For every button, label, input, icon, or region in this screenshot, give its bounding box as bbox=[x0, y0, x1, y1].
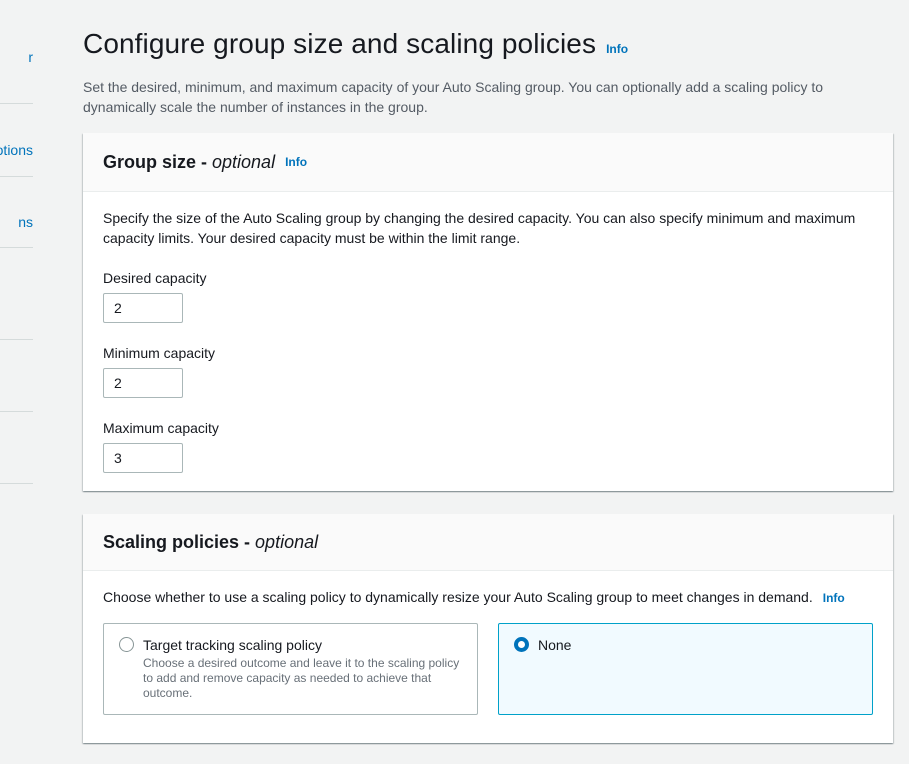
scaling-policies-description: Choose whether to use a scaling policy t… bbox=[103, 589, 845, 605]
target-tracking-label: Target tracking scaling policy bbox=[143, 637, 322, 653]
nav-divider bbox=[0, 483, 33, 484]
side-navigation: r otions ns bbox=[0, 0, 33, 764]
target-tracking-description: Choose a desired outcome and leave it to… bbox=[143, 656, 460, 700]
nav-divider bbox=[0, 339, 33, 340]
none-option[interactable]: None bbox=[498, 623, 873, 715]
none-label: None bbox=[538, 637, 572, 653]
nav-divider bbox=[0, 247, 33, 248]
maximum-capacity-input[interactable] bbox=[103, 443, 183, 473]
scaling-policies-header: Scaling policies - optional bbox=[83, 514, 893, 571]
page: r otions ns Configure group size and sca… bbox=[0, 0, 909, 764]
desired-capacity-input[interactable] bbox=[103, 293, 183, 323]
none-radio[interactable] bbox=[514, 637, 529, 652]
maximum-capacity-label: Maximum capacity bbox=[103, 420, 219, 436]
group-size-panel: Group size - optional Info Specify the s… bbox=[83, 133, 893, 491]
nav-divider bbox=[0, 176, 33, 177]
scaling-policies-title: Scaling policies - optional bbox=[103, 531, 319, 552]
minimum-capacity-label: Minimum capacity bbox=[103, 345, 216, 361]
scaling-policies-body: Choose whether to use a scaling policy t… bbox=[83, 571, 893, 731]
nav-divider bbox=[0, 411, 33, 412]
scaling-policies-panel: Scaling policies - optional Choose wheth… bbox=[83, 514, 893, 743]
group-size-header: Group size - optional Info bbox=[83, 133, 893, 192]
scaling-info-link[interactable]: Info bbox=[823, 591, 845, 605]
desired-capacity-label: Desired capacity bbox=[103, 270, 207, 286]
target-tracking-option[interactable]: Target tracking scaling policy Choose a … bbox=[103, 623, 478, 715]
target-tracking-radio[interactable] bbox=[119, 637, 134, 652]
nav-item-3[interactable]: ns bbox=[18, 214, 33, 230]
page-header: Configure group size and scaling policie… bbox=[83, 28, 628, 60]
scaling-policy-options: Target tracking scaling policy Choose a … bbox=[103, 623, 873, 715]
nav-divider bbox=[0, 103, 33, 104]
page-info-link[interactable]: Info bbox=[606, 42, 628, 56]
group-size-title: Group size - optional bbox=[103, 151, 276, 172]
minimum-capacity-field: Minimum capacity bbox=[103, 343, 873, 398]
minimum-capacity-input[interactable] bbox=[103, 368, 183, 398]
nav-item-2[interactable]: otions bbox=[0, 142, 33, 158]
desired-capacity-field: Desired capacity bbox=[103, 268, 873, 323]
group-size-body: Specify the size of the Auto Scaling gro… bbox=[83, 192, 893, 489]
group-size-description: Specify the size of the Auto Scaling gro… bbox=[103, 210, 856, 246]
page-description: Set the desired, minimum, and maximum ca… bbox=[83, 79, 824, 115]
group-size-info-link[interactable]: Info bbox=[285, 155, 307, 169]
maximum-capacity-field: Maximum capacity bbox=[103, 418, 873, 473]
page-title: Configure group size and scaling policie… bbox=[83, 28, 597, 59]
nav-item-1[interactable]: r bbox=[28, 49, 33, 65]
